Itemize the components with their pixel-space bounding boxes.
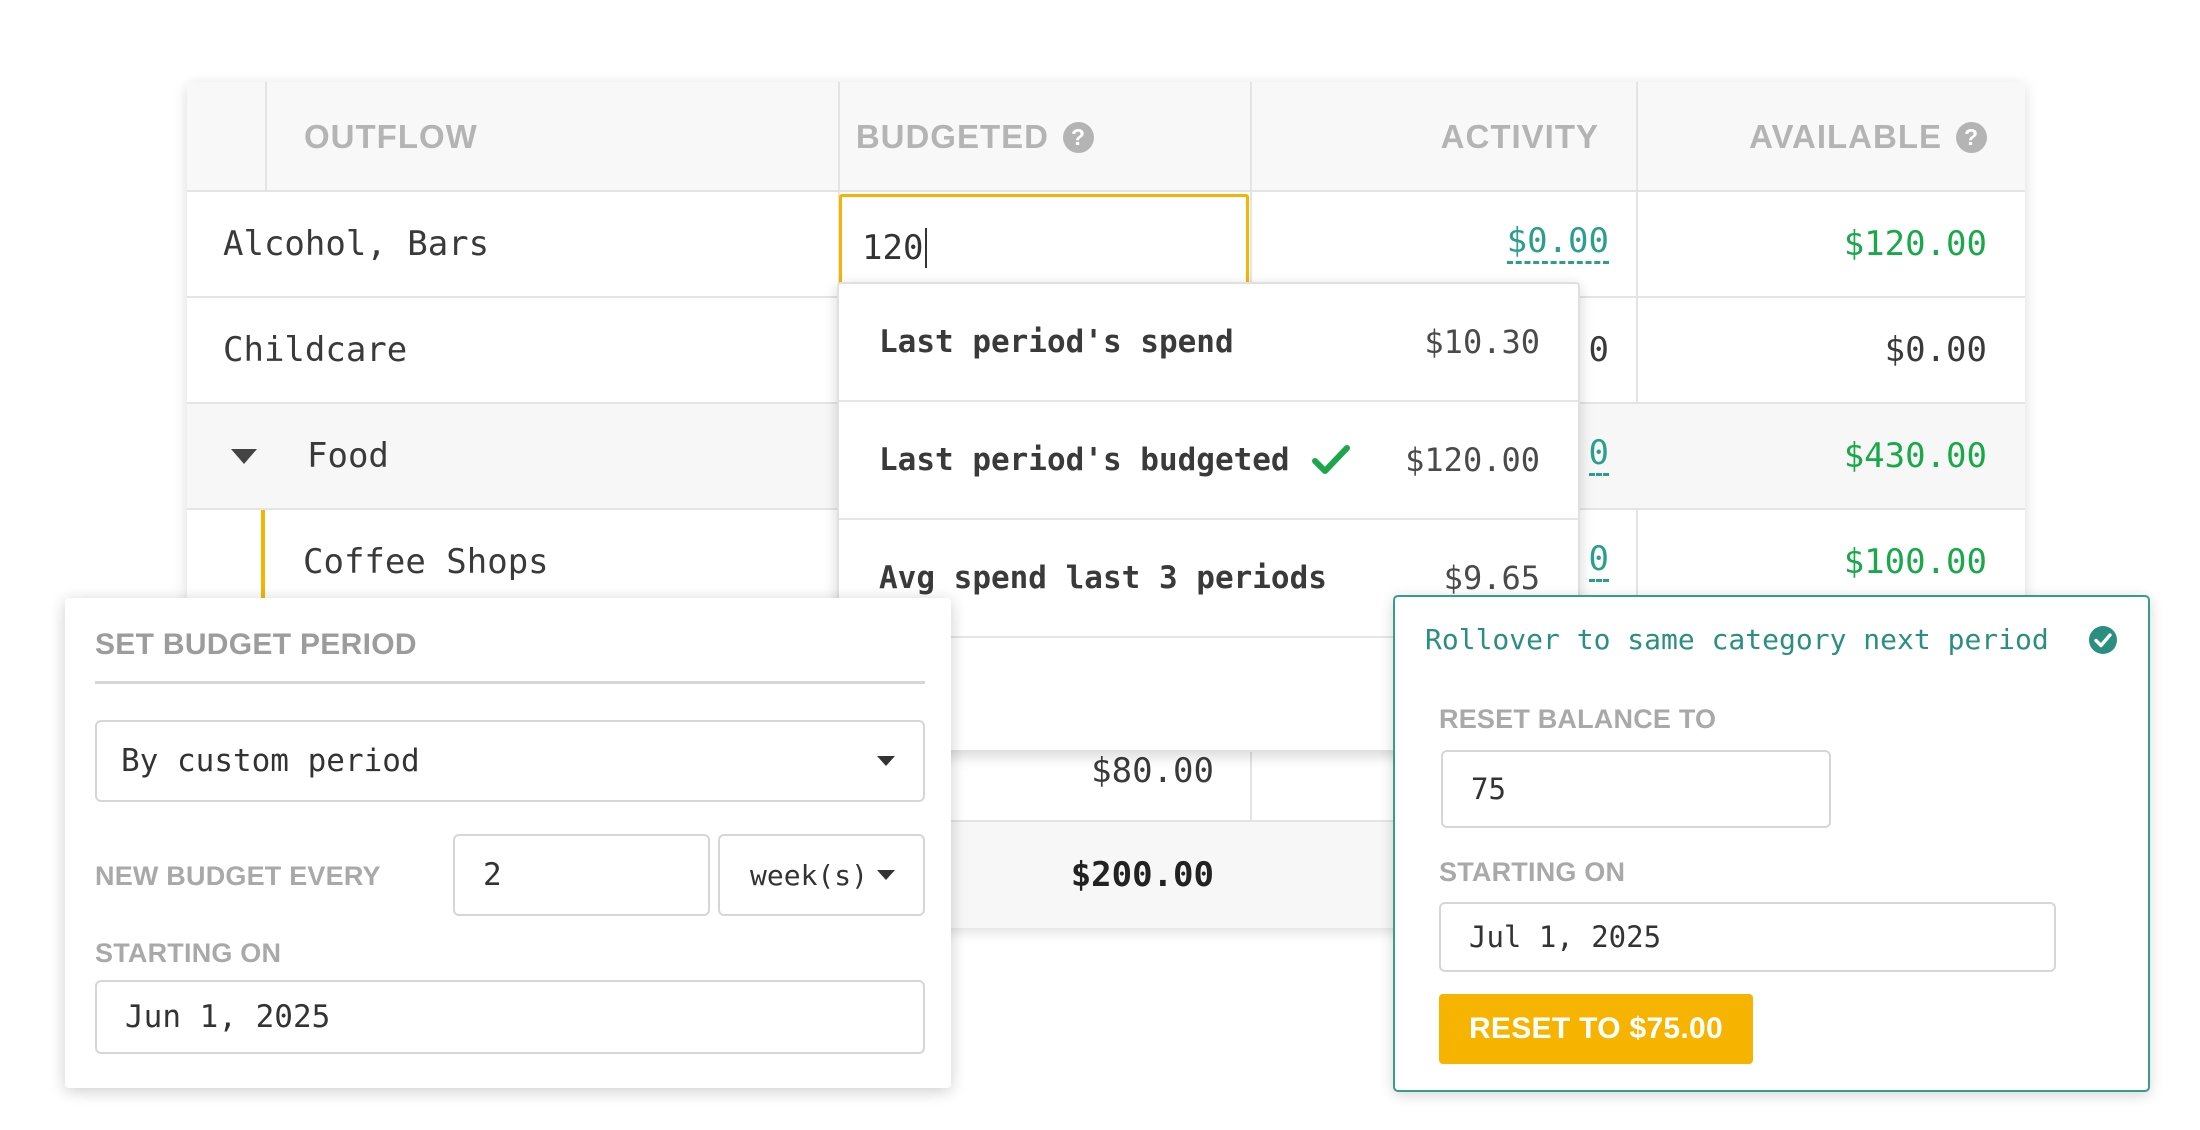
activity-value[interactable]: 0	[1588, 404, 1609, 508]
available-value: $0.00	[1884, 330, 1987, 370]
new-budget-every-label: NEW BUDGET EVERY	[95, 861, 381, 891]
activity-value[interactable]: $0.00	[1506, 192, 1609, 296]
period-count-input[interactable]: 2	[453, 834, 710, 916]
available-header: AVAILABLE ?	[1749, 82, 1987, 192]
text-cursor	[925, 228, 928, 268]
reset-balance-input[interactable]: 75	[1441, 750, 1831, 828]
checkmark-icon	[1311, 444, 1350, 476]
check-circle-icon[interactable]	[2088, 625, 2118, 659]
panel-title: SET BUDGET PERIOD	[95, 628, 925, 684]
help-icon[interactable]: ?	[1956, 121, 1987, 153]
suggestion-item[interactable]: Last period's spend $10.30	[839, 284, 1578, 402]
help-icon[interactable]: ?	[1063, 121, 1094, 153]
available-value: $430.00	[1843, 436, 1987, 476]
set-budget-period-panel: SET BUDGET PERIOD By custom period NEW B…	[65, 598, 951, 1088]
category-name: Alcohol, Bars	[223, 224, 490, 264]
chevron-down-icon	[877, 870, 895, 880]
chevron-down-icon	[877, 756, 895, 766]
outflow-header: OUTFLOW	[304, 118, 478, 155]
suggestion-item-selected[interactable]: Last period's budgeted $120.00	[839, 402, 1578, 520]
column-divider	[265, 82, 267, 192]
period-unit-select[interactable]: week(s)	[718, 834, 925, 916]
starting-on-label: STARTING ON	[95, 938, 282, 968]
rollover-option[interactable]: Rollover to same category next period	[1425, 623, 2049, 656]
reset-balance-label: RESET BALANCE TO	[1439, 704, 1717, 734]
budgeted-header: BUDGETED ?	[856, 82, 1094, 192]
start-date-input[interactable]: Jun 1, 2025	[95, 980, 925, 1054]
reset-balance-button[interactable]: RESET TO $75.00	[1439, 994, 1753, 1064]
activity-header: ACTIVITY	[1440, 118, 1599, 155]
period-type-select[interactable]: By custom period	[95, 720, 925, 802]
category-group-name: Food	[307, 436, 389, 476]
rollover-panel: Rollover to same category next period RE…	[1393, 595, 2150, 1092]
table-header: OUTFLOW BUDGETED ? ACTIVITY AVAILABLE ?	[187, 82, 2025, 192]
category-name: Childcare	[223, 330, 408, 370]
rollover-start-date-input[interactable]: Jul 1, 2025	[1439, 902, 2056, 972]
activity-value[interactable]: 0	[1589, 298, 1609, 402]
starting-on-label: STARTING ON	[1439, 857, 1626, 887]
available-value: $120.00	[1843, 224, 1987, 264]
collapse-triangle-icon[interactable]	[231, 404, 257, 508]
